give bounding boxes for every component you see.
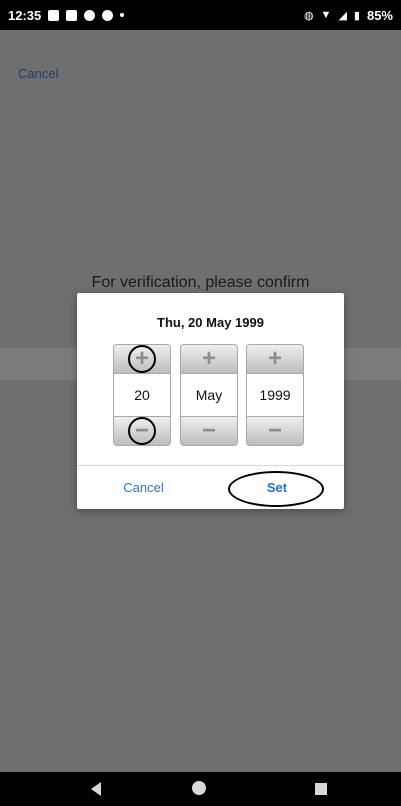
top-cancel-link[interactable]: Cancel: [18, 66, 58, 81]
notification-dot-icon: [120, 13, 125, 17]
status-right: ◍ ▼ ◢ ▮ 85%: [304, 8, 393, 23]
image-icon: [48, 9, 60, 21]
month-value[interactable]: May: [180, 374, 238, 416]
status-bar: 12:35 ◍ ▼ ◢ ▮ 85%: [0, 0, 401, 30]
recents-icon[interactable]: [315, 783, 327, 795]
battery-percentage: 85%: [366, 7, 393, 23]
year-value[interactable]: 1999: [246, 374, 304, 416]
plus-icon: +: [267, 345, 282, 372]
plus-icon: +: [134, 345, 149, 372]
battery-icon: ▮: [353, 9, 360, 22]
wifi-icon: ▼: [320, 9, 332, 21]
year-increment-button[interactable]: +: [246, 344, 304, 374]
status-time: 12:35: [8, 7, 42, 23]
minus-icon: −: [134, 417, 149, 444]
home-icon[interactable]: [192, 781, 206, 795]
day-spinner: + 20 −: [113, 344, 171, 446]
year-decrement-button[interactable]: −: [246, 416, 304, 446]
day-increment-button[interactable]: +: [113, 344, 171, 374]
year-spinner: + 1999 −: [246, 344, 304, 446]
navigation-bar: [0, 772, 401, 806]
day-decrement-button[interactable]: −: [113, 416, 171, 446]
status-left: 12:35: [8, 7, 125, 23]
vibrate-icon: ◍: [303, 9, 314, 22]
dialog-date-title: Thu, 20 May 1999: [157, 315, 264, 330]
month-increment-button[interactable]: +: [180, 344, 238, 374]
back-icon[interactable]: [91, 782, 101, 796]
date-picker-dialog: Thu, 20 May 1999 + 20 − + May − + 1999 −…: [77, 293, 344, 509]
signal-icon: ◢: [338, 9, 347, 22]
minus-icon: −: [267, 417, 282, 444]
messenger-icon: [84, 9, 96, 21]
dialog-set-button[interactable]: Set: [210, 466, 344, 509]
dialog-cancel-button[interactable]: Cancel: [77, 466, 210, 509]
notes-icon: [66, 9, 78, 21]
minus-icon: −: [201, 417, 216, 444]
verification-instruction: For verification, please confirm: [91, 274, 310, 291]
day-value[interactable]: 20: [113, 374, 171, 416]
phone-screen: 12:35 ◍ ▼ ◢ ▮ 85% Cancel For verificatio…: [0, 0, 401, 806]
month-spinner: + May −: [180, 344, 238, 446]
plus-icon: +: [201, 345, 216, 372]
messenger-icon: [102, 9, 114, 21]
month-decrement-button[interactable]: −: [180, 416, 238, 446]
